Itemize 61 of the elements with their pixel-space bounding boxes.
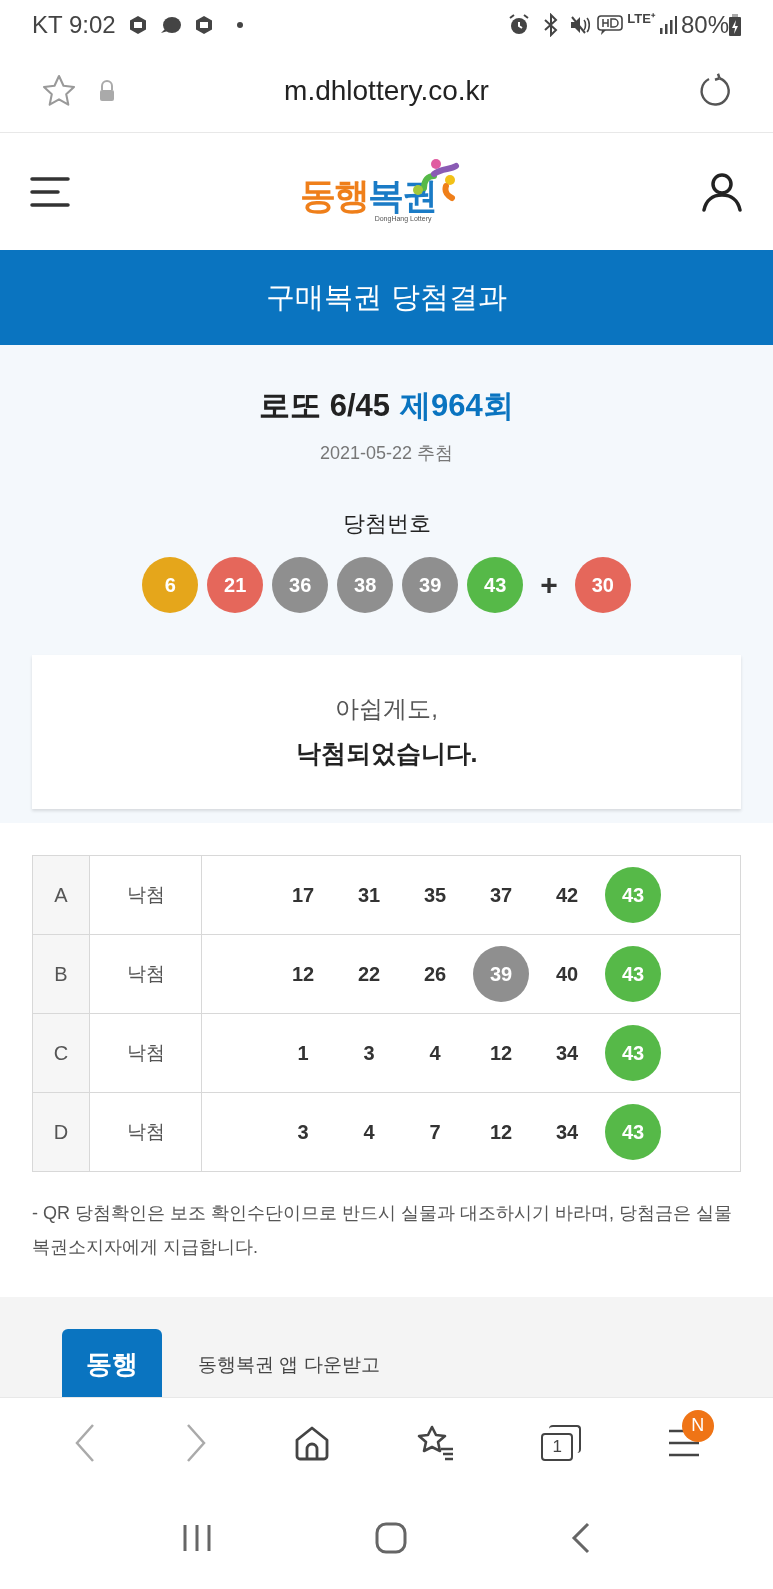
round-number: 제964회 bbox=[400, 387, 514, 425]
back-icon[interactable] bbox=[571, 1522, 592, 1554]
result-status: 낙첨되었습니다. bbox=[295, 737, 478, 769]
page-title: 구매복권 당첨결과 bbox=[266, 279, 507, 315]
url-text[interactable]: m.dhlottery.co.kr bbox=[116, 70, 657, 112]
app-icon: 동행 bbox=[62, 1329, 162, 1397]
ticket-number: 12 bbox=[488, 1120, 514, 1145]
ticket-number: 17 bbox=[290, 883, 316, 908]
mute-icon bbox=[569, 14, 592, 36]
notification-badge: N bbox=[681, 1409, 714, 1442]
plus-sign: + bbox=[540, 567, 558, 603]
battery-charging-icon bbox=[729, 14, 741, 36]
ticket-number: 40 bbox=[554, 962, 580, 987]
bookmarks-icon[interactable] bbox=[416, 1424, 455, 1461]
carrier-time: KT 9:02 bbox=[32, 10, 116, 40]
ticket-number: 42 bbox=[554, 883, 580, 908]
game-name: 로또 6/45 bbox=[259, 387, 391, 425]
ticket-number: 7 bbox=[428, 1120, 442, 1145]
ticket-number: 4 bbox=[362, 1120, 376, 1145]
ticket-number: 34 bbox=[554, 1120, 580, 1145]
ticket-number: 3 bbox=[296, 1120, 310, 1145]
ticket-number: 12 bbox=[488, 1041, 514, 1066]
banner-text: 동행복권 앱 다운받고 bbox=[198, 1353, 380, 1377]
home-button-icon[interactable] bbox=[375, 1522, 408, 1554]
ticket-status: 낙첨 bbox=[89, 1092, 202, 1172]
numbers-label: 당첨번호 bbox=[342, 509, 431, 538]
ticket-label: A bbox=[32, 855, 90, 935]
chat-bubble-icon bbox=[159, 15, 182, 35]
signal-icon bbox=[658, 15, 677, 35]
app-notification-icon bbox=[193, 15, 214, 35]
dot-icon bbox=[235, 21, 244, 29]
ticket-label: C bbox=[32, 1013, 90, 1093]
recent-apps-icon[interactable] bbox=[181, 1523, 212, 1553]
lte-indicator: LTE⁺ bbox=[627, 12, 655, 25]
ticket-number: 1 bbox=[296, 1041, 310, 1066]
bookmark-star-icon[interactable] bbox=[40, 73, 78, 109]
ticket-number: 4 bbox=[428, 1041, 442, 1066]
ticket-number: 34 bbox=[554, 1041, 580, 1066]
menu-icon[interactable] bbox=[30, 175, 70, 208]
battery-percent: 80% bbox=[680, 10, 729, 40]
ticket-number: 35 bbox=[422, 883, 448, 908]
ticket-status: 낙첨 bbox=[89, 1013, 202, 1093]
ticket-number: 37 bbox=[488, 883, 514, 908]
notice-text: - QR 당첨확인은 보조 확인수단이므로 반드시 실물과 대조하시기 바라며, 당첨금은 실물 복권소지자에게 지급합니다. bbox=[32, 1202, 733, 1259]
ticket-status: 낙첨 bbox=[89, 855, 202, 935]
user-icon[interactable] bbox=[701, 171, 743, 212]
result-message: 아쉽게도, bbox=[335, 693, 438, 724]
ticket-number: 22 bbox=[356, 962, 382, 987]
ticket-label: B bbox=[32, 934, 90, 1014]
draw-date: 2021-05-22 추첨 bbox=[319, 441, 454, 465]
ticket-number: 26 bbox=[422, 962, 448, 987]
lock-icon bbox=[98, 80, 116, 102]
reload-icon[interactable] bbox=[697, 73, 733, 109]
hd-voice-icon bbox=[597, 14, 624, 36]
ticket-number: 3 bbox=[362, 1041, 376, 1066]
ticket-label: D bbox=[32, 1092, 90, 1172]
ticket-number: 31 bbox=[356, 883, 382, 908]
app-notification-icon bbox=[127, 15, 148, 35]
home-icon[interactable] bbox=[294, 1424, 331, 1461]
ticket-number: 12 bbox=[290, 962, 316, 987]
ticket-status: 낙첨 bbox=[89, 934, 202, 1014]
